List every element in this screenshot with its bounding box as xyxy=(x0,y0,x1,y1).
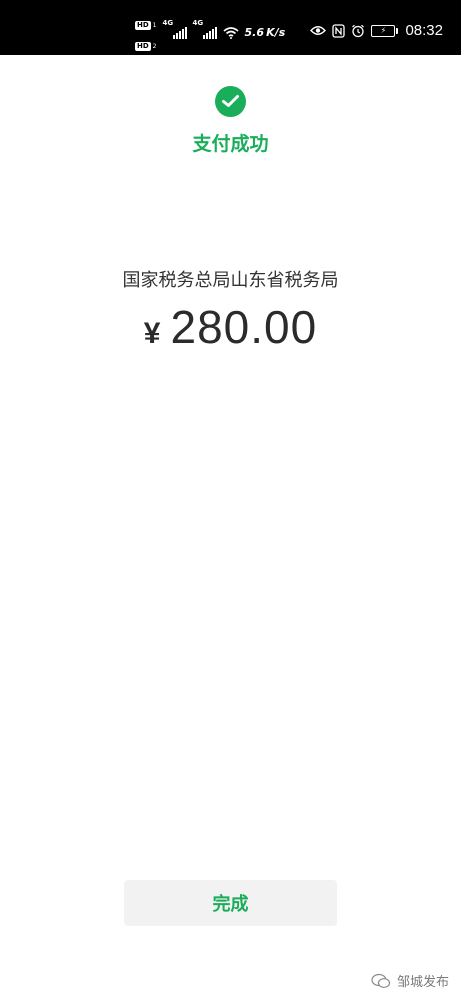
hd-sim-2: 2 xyxy=(152,43,157,50)
clock-time: 08:32 xyxy=(405,22,443,39)
amount-row: ¥ 280.00 xyxy=(0,300,461,354)
alarm-icon xyxy=(352,24,365,37)
status-bar: HD 1 HD 2 4G 4G 5.6 K/s ⚡ 08:32 xyxy=(0,0,461,55)
done-button[interactable]: 完成 xyxy=(124,880,337,926)
battery-icon: ⚡ xyxy=(371,24,399,37)
network-type-2: 4G xyxy=(192,19,204,27)
watermark-text: 邹城发布 xyxy=(396,975,449,990)
success-title: 支付成功 xyxy=(192,133,269,155)
signal-bars-1-icon xyxy=(172,27,187,39)
wechat-icon xyxy=(371,973,391,988)
currency-symbol: ¥ xyxy=(143,317,161,350)
hd-indicators: HD 1 HD 2 xyxy=(135,12,157,52)
hd-badge-1: HD xyxy=(135,21,151,30)
watermark: 邹城发布 xyxy=(371,971,449,990)
eye-icon xyxy=(310,26,327,35)
hd-badge-2: HD xyxy=(135,42,151,51)
network-speed: 5.6 K/s xyxy=(244,25,286,39)
signal-1: 4G xyxy=(163,19,187,39)
nfc-icon xyxy=(332,23,346,38)
wifi-icon xyxy=(222,26,239,39)
signal-bars-2-icon xyxy=(202,27,217,39)
status-right: ⚡ 08:32 xyxy=(310,22,443,39)
hd-sim-1: 1 xyxy=(152,22,157,29)
status-left: HD 1 HD 2 4G 4G 5.6 K/s xyxy=(135,17,286,51)
signal-2: 4G xyxy=(193,19,217,39)
network-type-1: 4G xyxy=(162,19,174,27)
check-icon xyxy=(215,86,246,117)
payment-amount: 280.00 xyxy=(170,301,318,353)
merchant-name: 国家税务总局山东省税务局 xyxy=(122,270,339,291)
